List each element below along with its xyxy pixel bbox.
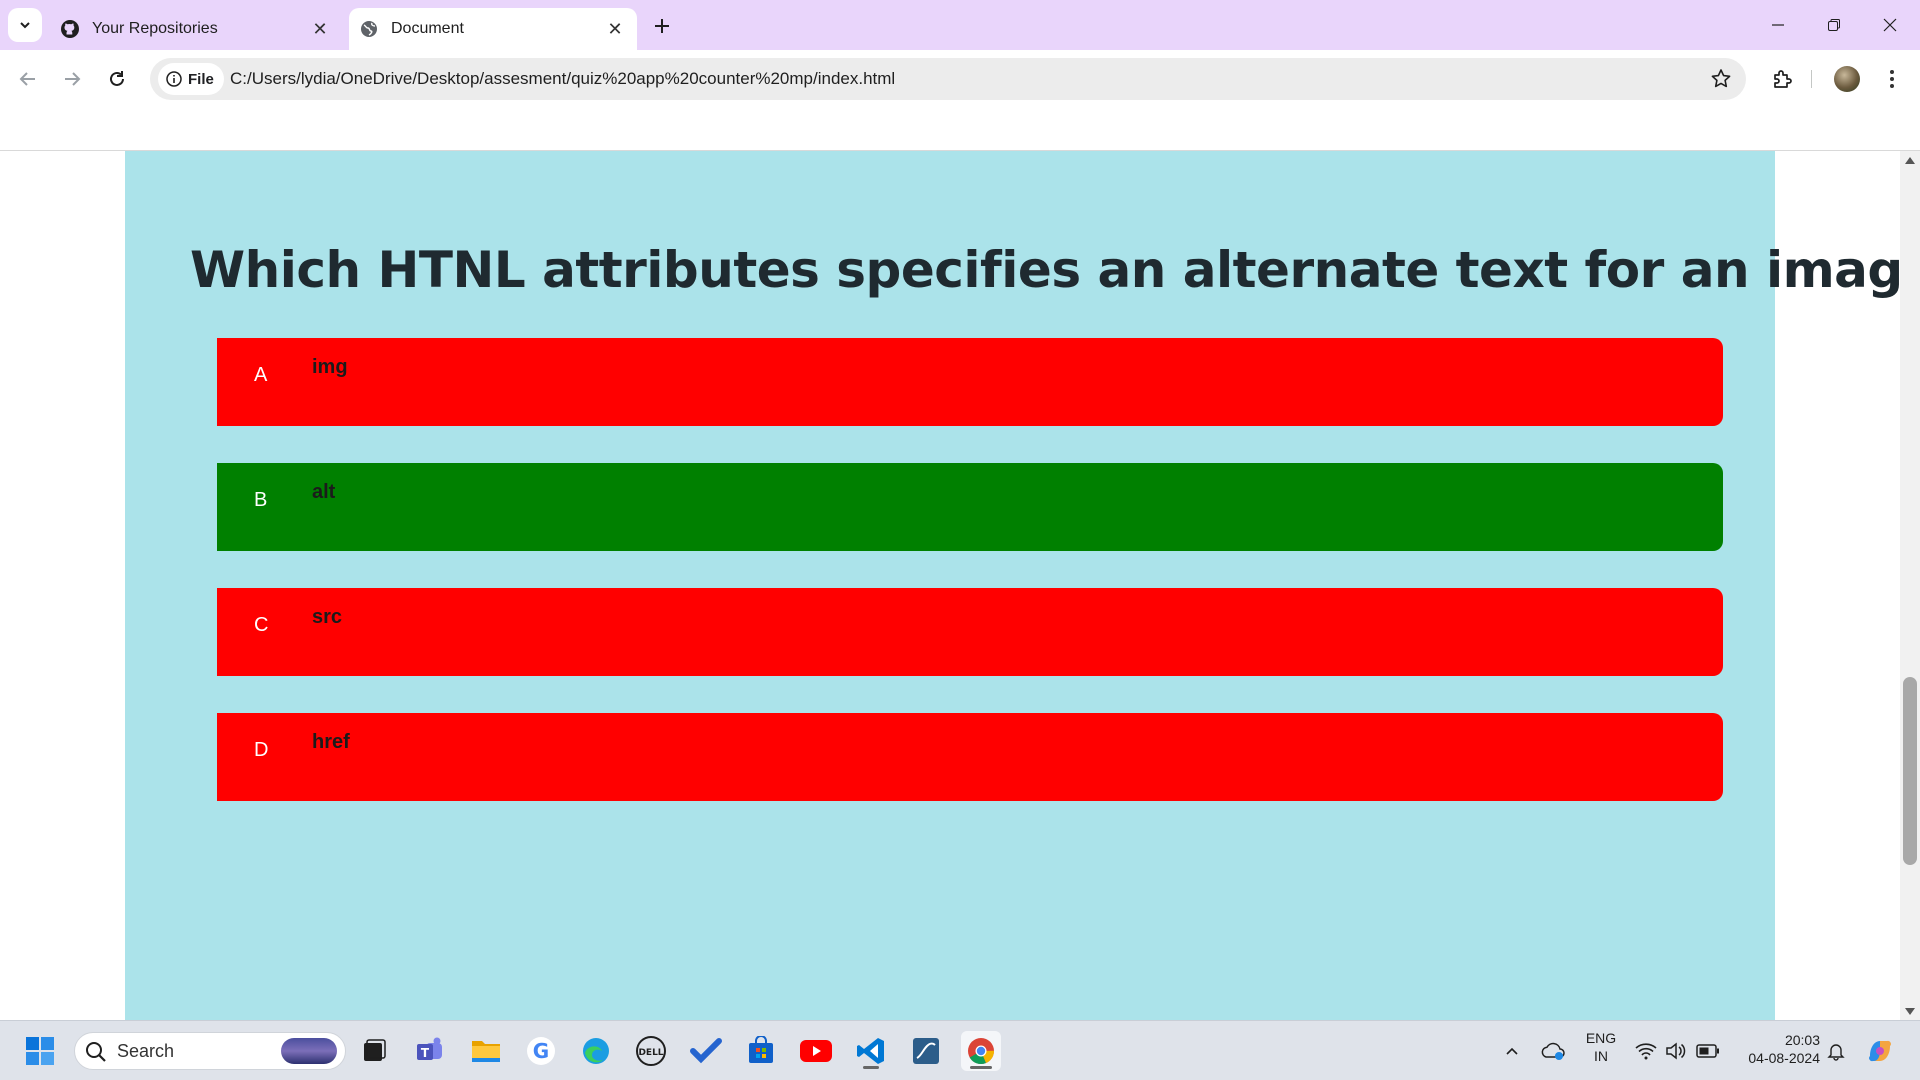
close-window-button[interactable] (1862, 0, 1918, 50)
file-chip-label: File (188, 70, 214, 88)
chevron-down-icon (20, 22, 30, 29)
new-tab-button[interactable] (648, 12, 676, 40)
minimize-button[interactable] (1750, 0, 1806, 50)
windows-taskbar: Search T G DELL ENG IN 20:03 04-08-2024 (0, 1020, 1920, 1080)
windows-start-icon[interactable] (20, 1031, 60, 1071)
notification-bell-icon[interactable] (1818, 1031, 1854, 1071)
github-icon (60, 19, 80, 39)
clock[interactable]: 20:03 04-08-2024 (1742, 1031, 1820, 1067)
edge-icon[interactable] (576, 1031, 616, 1071)
vertical-scrollbar[interactable] (1900, 151, 1920, 1020)
tab-title: Document (391, 20, 464, 37)
url-text[interactable]: C:/Users/lydia/OneDrive/Desktop/assesmen… (230, 58, 895, 100)
profile-avatar[interactable] (1834, 66, 1860, 92)
show-hidden-icons-chevron-icon[interactable] (1492, 1031, 1532, 1071)
svg-text:DELL: DELL (638, 1048, 663, 1058)
tab-title: Your Repositories (92, 20, 218, 37)
browser-menu-button[interactable] (1878, 63, 1906, 95)
clock-date: 04-08-2024 (1748, 1050, 1820, 1066)
teams-icon[interactable]: T (410, 1031, 450, 1071)
reload-button[interactable] (99, 61, 135, 97)
svg-text:T: T (421, 1046, 430, 1060)
option-text: href (312, 731, 350, 753)
option-letter: A (254, 364, 268, 386)
scrollbar-thumb[interactable] (1903, 677, 1917, 865)
info-icon (166, 71, 182, 87)
google-icon[interactable]: G (521, 1031, 561, 1071)
option-text: alt (312, 481, 336, 503)
taskbar-search-box[interactable]: Search (74, 1032, 346, 1070)
site-info-chip[interactable]: File (158, 63, 224, 95)
search-placeholder: Search (117, 1041, 175, 1061)
language-code: ENG (1585, 1030, 1617, 1046)
vscode-icon[interactable] (851, 1031, 891, 1071)
extensions-button[interactable] (1766, 63, 1798, 95)
restore-button[interactable] (1806, 0, 1862, 50)
wifi-icon[interactable] (1630, 1031, 1662, 1071)
battery-icon[interactable] (1690, 1031, 1726, 1071)
language-indicator[interactable]: ENG IN (1578, 1029, 1624, 1065)
globe-icon (359, 19, 379, 39)
option-letter: B (254, 489, 268, 511)
tab-strip: Your Repositories ✕ Document ✕ (0, 0, 1920, 50)
task-view-icon[interactable] (354, 1031, 394, 1071)
file-explorer-icon[interactable] (466, 1031, 506, 1071)
option-text: src (312, 606, 343, 628)
tab-document[interactable]: Document ✕ (349, 8, 637, 50)
restore-icon (1828, 19, 1840, 31)
scroll-down-arrow-icon[interactable] (1905, 1008, 1915, 1015)
forward-button[interactable] (54, 61, 90, 97)
quiz-container: Which HTNL attributes specifies an alter… (125, 151, 1920, 1020)
address-bar[interactable]: File C:/Users/lydia/OneDrive/Desktop/ass… (150, 58, 1746, 100)
puzzle-icon (1774, 70, 1792, 88)
minimize-icon (1772, 24, 1784, 26)
store-icon[interactable] (741, 1031, 781, 1071)
option-letter: D (254, 739, 269, 761)
tab-your-repositories[interactable]: Your Repositories ✕ (50, 8, 342, 50)
option-letter: C (254, 614, 269, 636)
volume-icon[interactable] (1660, 1031, 1692, 1071)
todo-icon[interactable] (686, 1031, 726, 1071)
answer-option-c[interactable]: C src (217, 588, 1723, 676)
close-icon (1883, 18, 1897, 32)
tab-close-icon[interactable]: ✕ (306, 15, 334, 43)
arrow-left-icon (19, 72, 35, 86)
mysql-workbench-icon[interactable] (906, 1031, 946, 1071)
option-text: img (312, 356, 348, 378)
search-icon (86, 1042, 106, 1062)
onedrive-sync-icon[interactable] (1533, 1031, 1573, 1071)
tab-search-button[interactable] (8, 8, 42, 42)
copilot-icon[interactable] (1860, 1031, 1900, 1071)
running-indicator (863, 1066, 879, 1069)
clock-time: 20:03 (1784, 1032, 1820, 1048)
youtube-icon[interactable] (796, 1031, 836, 1071)
running-indicator (970, 1066, 992, 1069)
answer-option-b[interactable]: B alt (217, 463, 1723, 551)
page-viewport: Which HTNL attributes specifies an alter… (0, 150, 1920, 1020)
browser-toolbar: File C:/Users/lydia/OneDrive/Desktop/ass… (0, 50, 1920, 108)
back-button[interactable] (10, 61, 46, 97)
dell-icon[interactable]: DELL (631, 1031, 671, 1071)
tab-close-icon[interactable]: ✕ (601, 15, 629, 43)
plus-icon (655, 19, 669, 33)
reload-icon (110, 71, 124, 86)
bookmark-star-icon[interactable] (1710, 68, 1732, 90)
chrome-icon[interactable] (961, 1031, 1001, 1071)
arrow-right-icon (65, 72, 81, 86)
answer-option-a[interactable]: A img (217, 338, 1723, 426)
question-text: Which HTNL attributes specifies an alter… (190, 241, 1920, 299)
toolbar-divider (1811, 70, 1812, 88)
scroll-up-arrow-icon[interactable] (1905, 157, 1915, 164)
svg-text:G: G (533, 1039, 549, 1063)
search-highlight-image (281, 1038, 337, 1064)
answer-option-d[interactable]: D href (217, 713, 1723, 801)
region-code: IN (1594, 1048, 1608, 1064)
